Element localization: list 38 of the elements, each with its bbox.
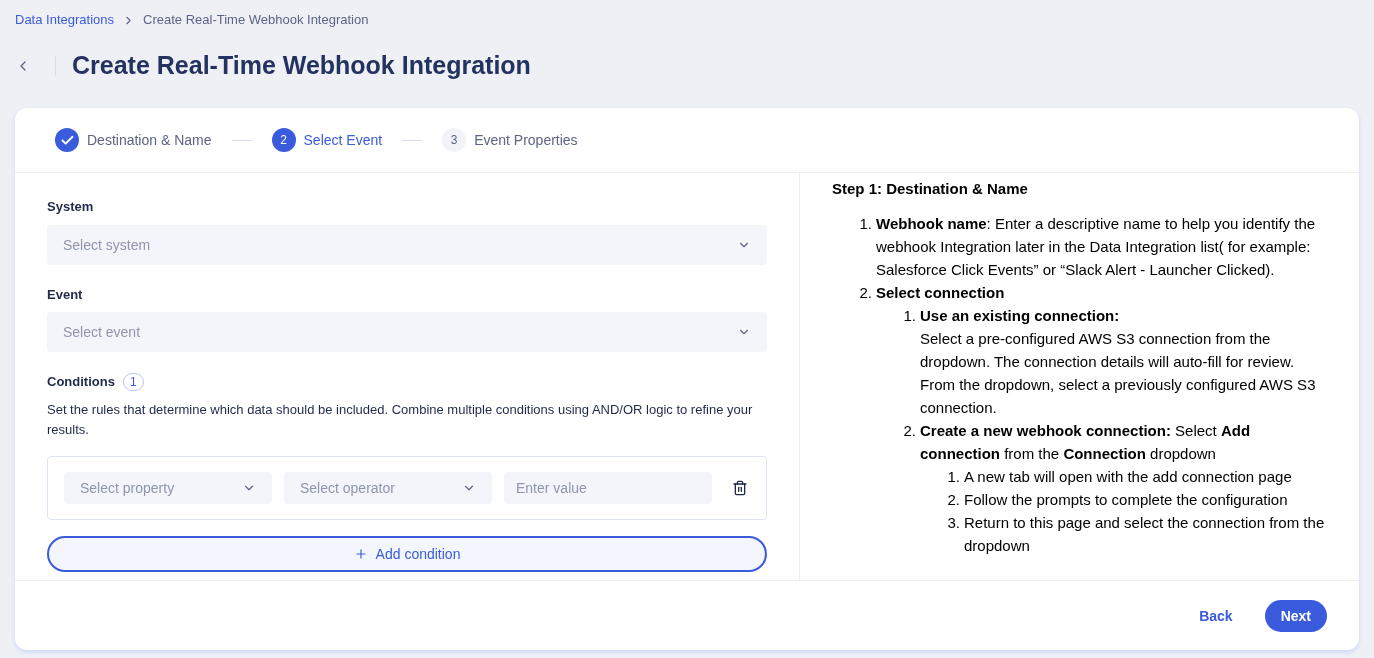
list-number: 1. <box>858 214 872 234</box>
breadcrumb-current: Create Real-Time Webhook Integration <box>143 11 369 30</box>
help-text: Follow the prompts to complete the configuration <box>964 490 1288 510</box>
select-dropdown[interactable]: Select property <box>64 471 272 504</box>
delete-icon <box>732 479 748 496</box>
step-number: 2 <box>271 128 296 152</box>
list-number: 1. <box>946 467 960 487</box>
next-button[interactable]: Next <box>1264 599 1327 632</box>
conditions-description: Set the rules that determine which data should be included. Combine multiple conditions using AND/OR logic to refine your results. <box>47 400 754 439</box>
help-text: Return to this page and select the connection from the dropdown <box>964 513 1326 556</box>
step-label[interactable]: Select Event <box>303 130 383 150</box>
help-heading: Step 1: Destination & Name <box>832 179 1029 199</box>
select-dropdown[interactable]: Select system <box>47 224 767 265</box>
field-label: System <box>47 198 95 216</box>
help-text: A new tab will open with the add connection page <box>964 467 1292 487</box>
breadcrumb-link[interactable]: Data Integrations <box>15 10 114 30</box>
back-button[interactable]: Back <box>1187 597 1245 634</box>
add-condition-button[interactable]: Add condition <box>47 535 767 572</box>
field-label: Event <box>47 285 84 304</box>
list-number: 1. <box>902 306 916 326</box>
help-text: Webhook name: Enter a descriptive name to help you identify the webhook Integration later in the Data Integration list( for example: Salesforce Click Events” or “Slack Alert - Launcher Clicked). <box>876 214 1317 280</box>
step-label[interactable]: Destination & Name <box>87 130 212 150</box>
list-number: 2. <box>946 490 960 510</box>
page-title: Create Real-Time Webhook Integration <box>72 50 531 82</box>
plus-icon <box>353 546 368 561</box>
field-label: Conditions <box>47 373 115 391</box>
select-dropdown[interactable]: Select operator <box>284 471 492 504</box>
help-text: Select a pre-configured AWS S3 connection from the dropdown. The connection details will auto-fill for review. From the dropdown, select a previously configured AWS S3 connection. <box>920 329 1317 418</box>
value-input[interactable]: Enter value <box>504 471 712 504</box>
step-label[interactable]: Event Properties <box>474 130 578 150</box>
list-number: 3. <box>946 513 960 533</box>
step-number: 3 <box>442 128 467 152</box>
list-number: 2. <box>902 421 916 441</box>
help-text: Select connection <box>876 283 1006 303</box>
help-text: Create a new webhook connection: Select Add connection from the Connection dropdown <box>920 421 1252 464</box>
help-text: Use an existing connection: <box>920 306 1121 326</box>
list-number: 2. <box>858 283 872 303</box>
select-dropdown[interactable]: Select event <box>47 312 767 352</box>
